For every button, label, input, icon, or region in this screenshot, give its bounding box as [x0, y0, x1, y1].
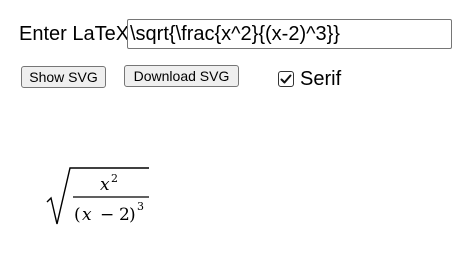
serif-label: Serif: [300, 68, 342, 90]
numerator-exponent: 2: [111, 172, 118, 185]
rendered-math-svg: x 2 ( x − 2 ) 3: [46, 167, 149, 225]
rendered-math: x 2 ( x − 2 ) 3: [45, 158, 160, 238]
denominator-operator: −: [100, 205, 114, 225]
checkmark-icon: [280, 74, 292, 84]
serif-checkbox[interactable]: [278, 71, 294, 87]
serif-toggle[interactable]: Serif: [278, 68, 341, 90]
denominator-close: ): [129, 205, 136, 225]
latex-input[interactable]: [127, 19, 452, 49]
denominator-base: x: [82, 205, 92, 225]
denominator-exponent: 3: [137, 200, 144, 213]
numerator-base: x: [100, 175, 110, 195]
download-svg-button[interactable]: Download SVG: [124, 65, 239, 87]
show-svg-button[interactable]: Show SVG: [21, 66, 106, 88]
denominator-open: (: [74, 205, 81, 225]
latex-label: Enter LaTeX: [19, 23, 130, 45]
